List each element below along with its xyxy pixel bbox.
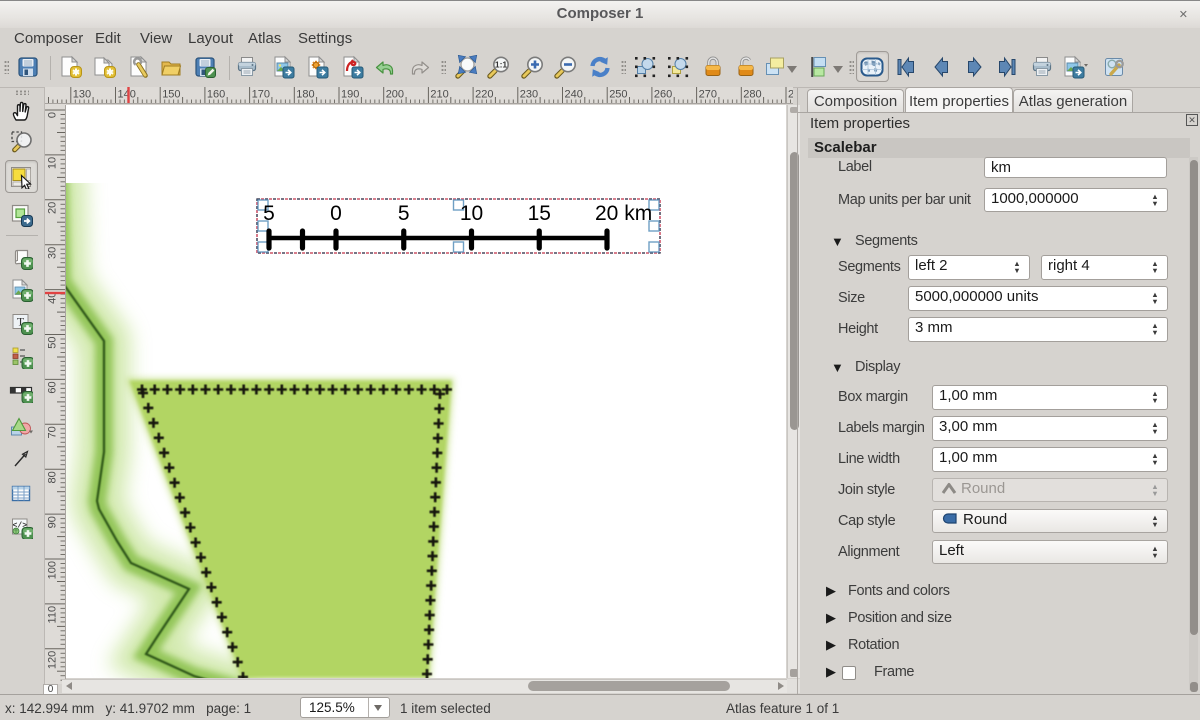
svg-text:90: 90	[47, 516, 59, 528]
svg-text:30: 30	[47, 247, 59, 259]
svg-text:0: 0	[330, 202, 342, 225]
svg-text:80: 80	[47, 471, 59, 483]
svg-text:290: 290	[788, 89, 793, 101]
svg-text:220: 220	[475, 89, 493, 101]
svg-text:280: 280	[743, 89, 761, 101]
svg-text:60: 60	[47, 381, 59, 393]
svg-text:120: 120	[47, 651, 59, 669]
svg-text:20: 20	[47, 202, 59, 214]
svg-text:50: 50	[47, 337, 59, 349]
svg-text:210: 210	[430, 89, 448, 101]
svg-text:5: 5	[398, 202, 410, 225]
svg-text:100: 100	[47, 561, 59, 579]
svg-text:170: 170	[252, 89, 270, 101]
svg-text:160: 160	[207, 89, 225, 101]
svg-text:130: 130	[73, 89, 91, 101]
svg-text:1:1: 1:1	[495, 60, 508, 70]
svg-text:15: 15	[528, 202, 551, 225]
svg-text:260: 260	[654, 89, 672, 101]
svg-text:240: 240	[565, 89, 583, 101]
svg-text:150: 150	[162, 89, 180, 101]
svg-text:110: 110	[47, 606, 59, 624]
svg-text:70: 70	[47, 426, 59, 438]
svg-text:230: 230	[520, 89, 538, 101]
svg-text:190: 190	[341, 89, 359, 101]
svg-text:20 km: 20 km	[595, 202, 652, 225]
svg-text:200: 200	[386, 89, 404, 101]
svg-text:10: 10	[460, 202, 483, 225]
svg-text:0: 0	[47, 112, 59, 118]
svg-text:140: 140	[118, 89, 136, 101]
svg-text:10: 10	[47, 157, 59, 169]
svg-text:250: 250	[609, 89, 627, 101]
svg-text:5: 5	[263, 202, 275, 225]
svg-text:180: 180	[296, 89, 314, 101]
svg-text:270: 270	[699, 89, 717, 101]
